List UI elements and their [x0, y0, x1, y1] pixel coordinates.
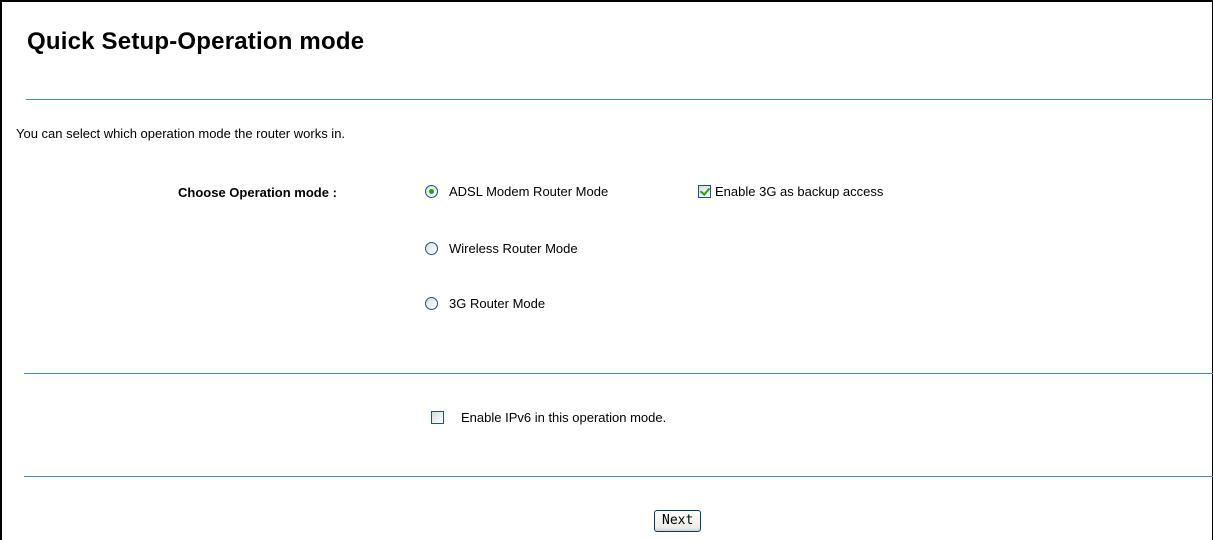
3g-router-mode-radio[interactable] [425, 297, 438, 310]
next-button[interactable]: Next [654, 510, 702, 532]
adsl-modem-router-mode-option[interactable]: ADSL Modem Router Mode [425, 184, 608, 199]
enable-ipv6-label: Enable IPv6 in this operation mode. [461, 410, 667, 425]
enable-ipv6-option[interactable]: Enable IPv6 in this operation mode. [431, 410, 666, 425]
enable-3g-backup-label: Enable 3G as backup access [715, 184, 884, 199]
enable-3g-backup-checkbox[interactable] [698, 185, 711, 198]
wireless-router-mode-radio[interactable] [425, 242, 438, 255]
wireless-router-mode-label: Wireless Router Mode [449, 241, 578, 256]
title-divider [26, 99, 1213, 100]
adsl-modem-router-mode-radio[interactable] [425, 185, 438, 198]
3g-router-mode-option[interactable]: 3G Router Mode [425, 296, 545, 311]
adsl-modem-router-mode-label: ADSL Modem Router Mode [449, 184, 609, 199]
operation-mode-label: Choose Operation mode : [178, 185, 337, 200]
page-frame [0, 0, 1213, 540]
section-divider [24, 373, 1213, 374]
3g-router-mode-label: 3G Router Mode [449, 296, 546, 311]
page-description: You can select which operation mode the … [16, 126, 346, 141]
wireless-router-mode-option[interactable]: Wireless Router Mode [425, 241, 578, 256]
page-title: Quick Setup-Operation mode [27, 28, 365, 55]
enable-ipv6-checkbox[interactable] [431, 411, 444, 424]
footer-divider [24, 476, 1213, 477]
enable-3g-backup-option[interactable]: Enable 3G as backup access [698, 184, 883, 199]
